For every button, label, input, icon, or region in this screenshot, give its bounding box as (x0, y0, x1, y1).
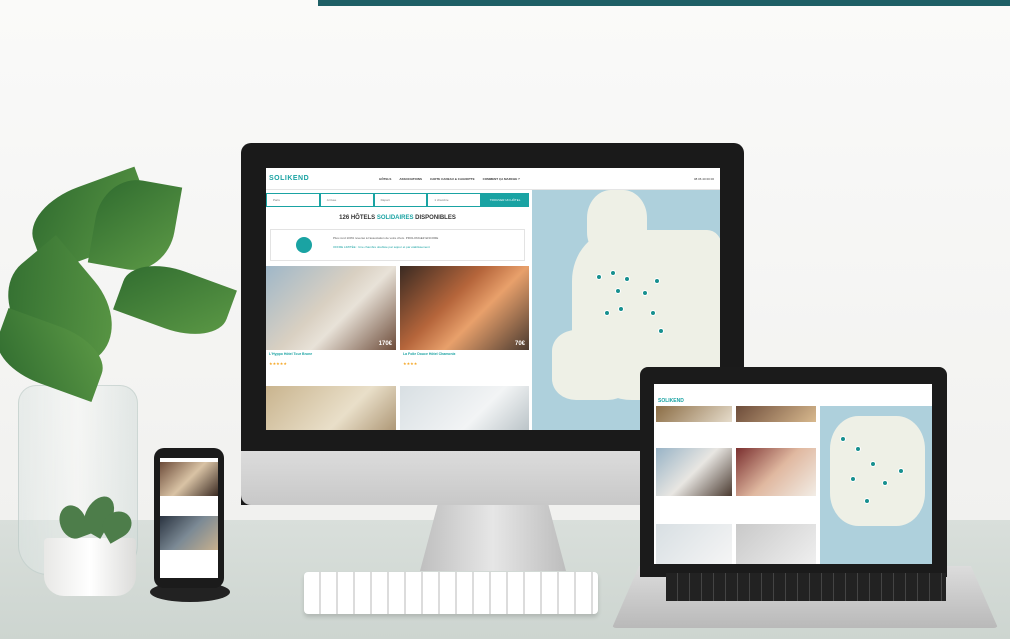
map-pin[interactable] (596, 274, 602, 280)
nav-item-associations[interactable]: ASSOCIATIONS (399, 177, 422, 181)
guests-select[interactable]: 1 chambre (428, 194, 481, 206)
search-button[interactable]: TROUVER UN HÔTEL (482, 194, 528, 206)
map-pin[interactable] (898, 468, 904, 474)
map-pin[interactable] (610, 270, 616, 276)
phone-number[interactable]: 08 06 40 00 00 (694, 177, 714, 181)
hotel-photo (400, 266, 529, 350)
phone-hotel-photo (160, 516, 218, 550)
departure-input[interactable]: Départ (374, 194, 427, 206)
hotel-card[interactable]: 170€ L'Hyppo Hôtel Tour Brune ★★★★★ (266, 266, 396, 381)
phone-hotel-photo (160, 462, 218, 496)
map-pin[interactable] (882, 480, 888, 486)
results-suffix: DISPONIBLES (415, 215, 456, 221)
hotel-price: 70€ (514, 341, 525, 347)
map-land (552, 330, 632, 400)
nav-item-gift-card[interactable]: CARTE CADEAU & CAGNOTTE (430, 177, 475, 181)
map-pin[interactable] (624, 276, 630, 282)
main-nav: HÔTELS ASSOCIATIONS CARTE CADEAU & CAGNO… (379, 177, 520, 181)
site-logo[interactable]: SOLIKEND (269, 175, 309, 182)
arrival-input[interactable]: Arrivée (320, 194, 373, 206)
top-accent-bar (318, 0, 1010, 6)
destination-input[interactable]: Paris (267, 194, 319, 206)
promo-description: Plus rond 100% reversé à l'association d… (333, 236, 439, 240)
hotel-card[interactable] (266, 386, 396, 430)
laptop-hotel-photo (736, 448, 816, 496)
map-pin[interactable] (650, 310, 656, 316)
laptop-hotel-photo (656, 406, 732, 422)
map-pin[interactable] (618, 306, 624, 312)
map-pin[interactable] (642, 290, 648, 296)
nav-item-hotels[interactable]: HÔTELS (379, 177, 391, 181)
hotel-photo (266, 386, 396, 430)
map-pin[interactable] (654, 278, 660, 284)
scene: SOLIKEND HÔTELS ASSOCIATIONS CARTE CADEA… (0, 0, 1010, 639)
hotel-card[interactable] (400, 386, 529, 430)
promo-text: Plus rond 100% reversé à l'association d… (333, 236, 513, 250)
map-pin[interactable] (864, 498, 870, 504)
laptop-hotel-photo (736, 406, 816, 422)
laptop-screen: SOLIKEND (654, 384, 932, 564)
map-pin[interactable] (604, 310, 610, 316)
site-header: SOLIKEND HÔTELS ASSOCIATIONS CARTE CADEA… (266, 168, 720, 190)
handshake-icon (296, 237, 312, 253)
keyboard (304, 572, 598, 614)
hotel-card[interactable]: 70€ La Folie Douce Hôtel Chamonix ★★★★ (400, 266, 529, 381)
hotel-photo (400, 386, 529, 430)
imac-stand (420, 505, 566, 571)
succulent-pot (44, 538, 136, 596)
hotel-stars: ★★★★ (403, 361, 418, 366)
map-pin[interactable] (658, 328, 664, 334)
laptop-hotel-photo (656, 448, 732, 496)
map-pin[interactable] (850, 476, 856, 482)
map-land (830, 416, 925, 526)
hotel-photo (266, 266, 396, 350)
map-pin[interactable] (855, 446, 861, 452)
nav-item-how-it-works[interactable]: COMMENT ÇA MARCHE ? (483, 177, 520, 181)
results-number: 126 HÔTELS (339, 215, 376, 221)
laptop-hotel-photo (656, 524, 732, 564)
map-pin[interactable] (840, 436, 846, 442)
phone-screen (160, 458, 218, 578)
hotel-stars: ★★★★★ (269, 361, 287, 366)
hotel-name[interactable]: La Folie Douce Hôtel Chamonix (403, 352, 456, 356)
promo-banner: Plus rond 100% reversé à l'association d… (270, 229, 525, 261)
promo-offer: OFFRE LIMITÉE : Une chambre doublée par … (333, 245, 430, 249)
map-pin[interactable] (615, 288, 621, 294)
map-pin[interactable] (870, 461, 876, 467)
laptop-hotel-photo (736, 524, 816, 564)
laptop-map (820, 406, 932, 564)
results-count: 126 HÔTELS SOLIDAIRES DISPONIBLES (266, 215, 529, 221)
laptop-keyboard (666, 573, 946, 601)
hotel-name[interactable]: L'Hyppo Hôtel Tour Brune (269, 352, 312, 356)
map-land (587, 190, 647, 260)
search-bar: Paris Arrivée Départ 1 chambre TROUVER U… (266, 193, 529, 207)
hotel-price: 170€ (378, 341, 392, 347)
laptop-logo: SOLIKEND (658, 398, 684, 404)
results-highlight: SOLIDAIRES (376, 215, 414, 221)
